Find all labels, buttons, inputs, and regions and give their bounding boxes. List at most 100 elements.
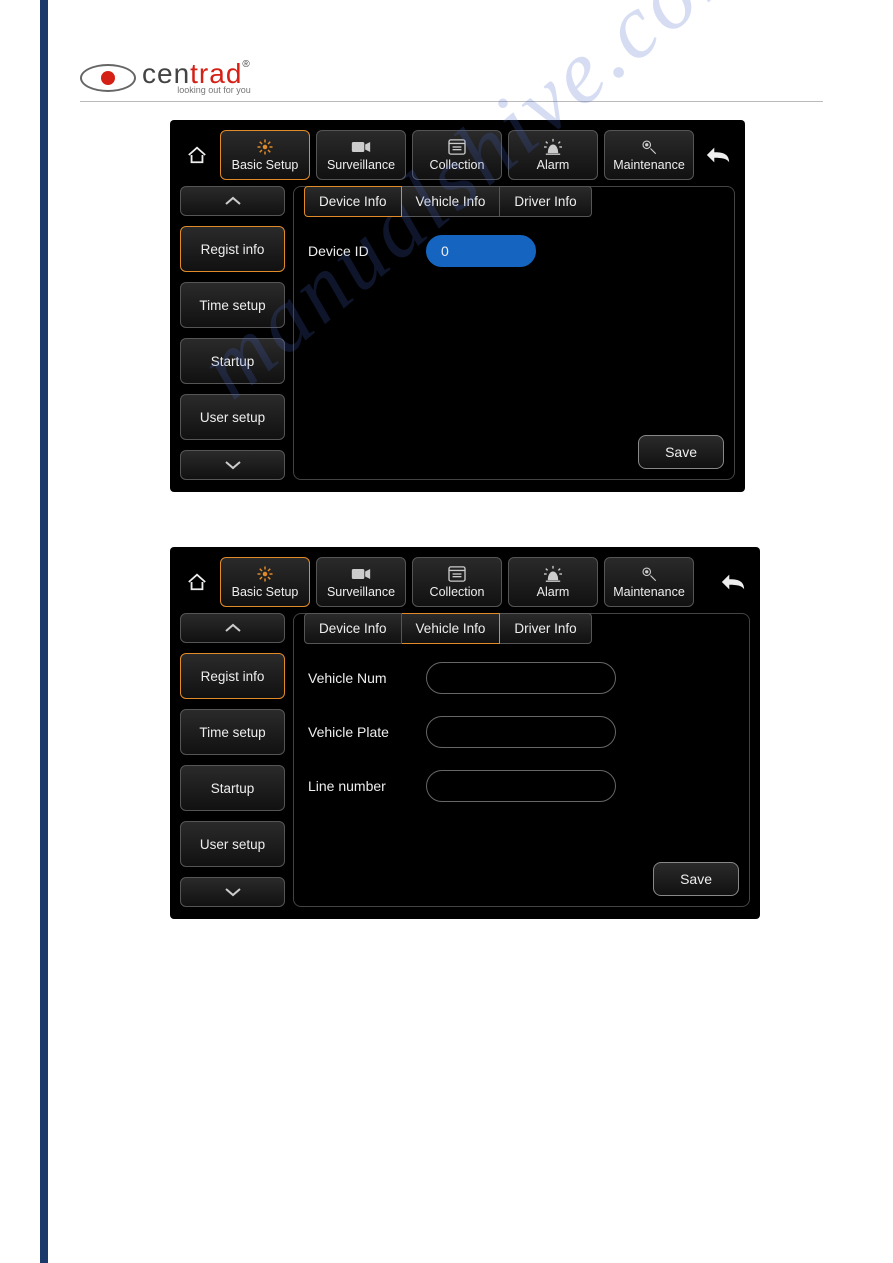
tabs: Device Info Vehicle Info Driver Info [304, 186, 724, 217]
vehicle-plate-input[interactable] [426, 716, 616, 748]
gear-wrench-icon [640, 138, 658, 156]
device-id-label: Device ID [308, 243, 408, 259]
tabs: Device Info Vehicle Info Driver Info [304, 613, 739, 644]
nav-label: Collection [430, 585, 485, 599]
line-number-row: Line number [308, 770, 735, 802]
home-icon[interactable] [180, 568, 214, 596]
side-nav: Regist info Time setup Startup User setu… [180, 613, 285, 907]
tab-driver-info[interactable]: Driver Info [500, 186, 591, 217]
vehicle-num-label: Vehicle Num [308, 670, 408, 686]
device-id-value: 0 [441, 243, 449, 259]
scroll-down-button[interactable] [180, 450, 285, 480]
device-id-input[interactable]: 0 [426, 235, 536, 267]
nav-collection[interactable]: Collection [412, 557, 502, 607]
vehicle-num-input[interactable] [426, 662, 616, 694]
save-label: Save [665, 444, 697, 460]
nav-collection[interactable]: Collection [412, 130, 502, 180]
side-label: User setup [200, 410, 265, 425]
scroll-up-button[interactable] [180, 613, 285, 643]
nav-basic-setup[interactable]: Basic Setup [220, 557, 310, 607]
side-user-setup[interactable]: User setup [180, 821, 285, 867]
line-number-label: Line number [308, 778, 408, 794]
top-nav-bar: Basic Setup Surveillance Collection Alar… [180, 557, 750, 607]
nav-label: Collection [430, 158, 485, 172]
top-nav-bar: Basic Setup Surveillance Collection Alar… [180, 130, 735, 180]
brand-registered: ® [242, 59, 250, 70]
back-icon[interactable] [716, 568, 750, 596]
nav-basic-setup[interactable]: Basic Setup [220, 130, 310, 180]
nav-label: Alarm [537, 585, 570, 599]
nav-alarm[interactable]: Alarm [508, 557, 598, 607]
vehicle-plate-row: Vehicle Plate [308, 716, 735, 748]
gear-icon [256, 565, 274, 583]
form-area: Device ID 0 [304, 217, 724, 435]
camera-icon [351, 138, 371, 156]
side-regist-info[interactable]: Regist info [180, 653, 285, 699]
nav-surveillance[interactable]: Surveillance [316, 557, 406, 607]
side-nav: Regist info Time setup Startup User setu… [180, 186, 285, 480]
window-icon [448, 565, 466, 583]
nav-maintenance[interactable]: Maintenance [604, 557, 694, 607]
tab-label: Vehicle Info [416, 194, 486, 209]
content-panel: Device Info Vehicle Info Driver Info Dev… [293, 186, 735, 480]
tab-label: Driver Info [514, 194, 576, 209]
nav-label: Alarm [537, 158, 570, 172]
nav-label: Basic Setup [232, 585, 299, 599]
form-area: Vehicle Num Vehicle Plate Line number [304, 644, 739, 862]
document-page: centrad® looking out for you manualshive… [0, 0, 893, 919]
vehicle-plate-label: Vehicle Plate [308, 724, 408, 740]
side-startup[interactable]: Startup [180, 338, 285, 384]
vehicle-num-row: Vehicle Num [308, 662, 735, 694]
brand-logo-text: centrad® looking out for you [142, 60, 251, 95]
nav-maintenance[interactable]: Maintenance [604, 130, 694, 180]
save-button[interactable]: Save [653, 862, 739, 896]
side-label: Regist info [201, 242, 265, 257]
tab-device-info[interactable]: Device Info [304, 613, 402, 644]
nav-label: Surveillance [327, 158, 395, 172]
save-label: Save [680, 871, 712, 887]
side-label: Startup [211, 781, 255, 796]
tab-driver-info[interactable]: Driver Info [500, 613, 591, 644]
side-label: Startup [211, 354, 255, 369]
side-time-setup[interactable]: Time setup [180, 709, 285, 755]
device-screen-vehicle-info: Basic Setup Surveillance Collection Alar… [170, 547, 760, 919]
brand-header: centrad® looking out for you [80, 60, 823, 102]
tab-label: Device Info [319, 621, 387, 636]
gear-wrench-icon [640, 565, 658, 583]
side-label: Time setup [199, 725, 265, 740]
side-time-setup[interactable]: Time setup [180, 282, 285, 328]
tab-label: Vehicle Info [416, 621, 486, 636]
tab-vehicle-info[interactable]: Vehicle Info [402, 613, 501, 644]
home-icon[interactable] [180, 141, 214, 169]
brand-logo-dot [101, 71, 115, 85]
brand-logo-mark [80, 64, 136, 92]
alarm-icon [543, 565, 563, 583]
content-panel: Device Info Vehicle Info Driver Info Veh… [293, 613, 750, 907]
back-icon[interactable] [701, 141, 735, 169]
nav-surveillance[interactable]: Surveillance [316, 130, 406, 180]
side-regist-info[interactable]: Regist info [180, 226, 285, 272]
nav-label: Surveillance [327, 585, 395, 599]
side-label: Regist info [201, 669, 265, 684]
scroll-up-button[interactable] [180, 186, 285, 216]
side-startup[interactable]: Startup [180, 765, 285, 811]
tab-vehicle-info[interactable]: Vehicle Info [402, 186, 501, 217]
tab-label: Driver Info [514, 621, 576, 636]
device-screen-device-info: Basic Setup Surveillance Collection Alar… [170, 120, 745, 492]
line-number-input[interactable] [426, 770, 616, 802]
side-user-setup[interactable]: User setup [180, 394, 285, 440]
gear-icon [256, 138, 274, 156]
nav-label: Basic Setup [232, 158, 299, 172]
brand-logo: centrad® looking out for you [80, 60, 251, 95]
scroll-down-button[interactable] [180, 877, 285, 907]
save-button[interactable]: Save [638, 435, 724, 469]
window-icon [448, 138, 466, 156]
nav-alarm[interactable]: Alarm [508, 130, 598, 180]
tab-device-info[interactable]: Device Info [304, 186, 402, 217]
content-body: Regist info Time setup Startup User setu… [180, 186, 735, 480]
camera-icon [351, 565, 371, 583]
page-accent-bar [40, 0, 48, 1263]
nav-label: Maintenance [613, 158, 685, 172]
nav-label: Maintenance [613, 585, 685, 599]
save-row: Save [304, 435, 724, 469]
